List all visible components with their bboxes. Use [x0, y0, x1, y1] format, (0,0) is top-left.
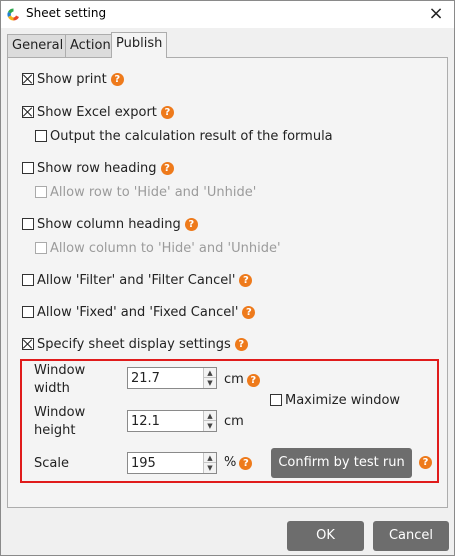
show-print-label: Show print: [37, 71, 107, 87]
output-calc-result-option[interactable]: Output the calculation result of the for…: [35, 127, 333, 145]
window-width-label-line1: Window: [34, 363, 86, 378]
confirm-test-run-button[interactable]: Confirm by test run: [271, 448, 412, 478]
show-column-heading-option[interactable]: Show column heading ?: [22, 215, 198, 233]
output-calc-result-checkbox[interactable]: [35, 130, 47, 142]
allow-row-hide-label: Allow row to 'Hide' and 'Unhide': [50, 184, 257, 200]
allow-fixed-option[interactable]: Allow 'Fixed' and 'Fixed Cancel' ?: [22, 303, 256, 321]
window-width-stepper[interactable]: ▲ ▼: [127, 367, 217, 389]
window-height-input[interactable]: [128, 411, 204, 431]
help-icon[interactable]: ?: [184, 217, 198, 231]
spin-down-icon[interactable]: ▼: [204, 463, 216, 473]
specify-display-checkbox[interactable]: [22, 338, 34, 350]
spin-up-icon[interactable]: ▲: [204, 453, 216, 463]
allow-column-hide-label: Allow column to 'Hide' and 'Unhide': [50, 240, 281, 256]
show-row-heading-option[interactable]: Show row heading ?: [22, 159, 174, 177]
show-row-heading-label: Show row heading: [37, 160, 157, 176]
scale-label: Scale: [34, 456, 69, 471]
window-width-input[interactable]: [128, 368, 204, 388]
allow-filter-option[interactable]: Allow 'Filter' and 'Filter Cancel' ?: [22, 271, 253, 289]
window-width-spin-buttons: ▲ ▼: [203, 368, 216, 388]
show-excel-export-checkbox[interactable]: [22, 106, 34, 118]
window-height-spin-buttons: ▲ ▼: [203, 411, 216, 431]
output-calc-result-label: Output the calculation result of the for…: [50, 128, 333, 144]
cancel-button[interactable]: Cancel: [373, 521, 449, 551]
maximize-window-option[interactable]: Maximize window: [270, 391, 400, 409]
show-excel-export-option[interactable]: Show Excel export ?: [22, 103, 174, 121]
maximize-window-label: Maximize window: [285, 392, 401, 408]
window-width-label-line2: width: [34, 381, 70, 396]
window-height-unit: cm: [224, 414, 244, 429]
help-icon[interactable]: ?: [160, 161, 174, 175]
close-icon[interactable]: ×: [427, 3, 445, 25]
window-height-label-line1: Window: [34, 405, 86, 420]
show-excel-export-label: Show Excel export: [37, 104, 157, 120]
scale-unit-group: % ?: [224, 454, 253, 472]
window-width-unit: cm: [224, 372, 244, 387]
show-print-checkbox[interactable]: [22, 73, 34, 85]
tab-general[interactable]: General: [7, 34, 69, 57]
spin-down-icon[interactable]: ▼: [204, 421, 216, 431]
show-column-heading-label: Show column heading: [37, 216, 181, 232]
window-height-stepper[interactable]: ▲ ▼: [127, 410, 217, 432]
show-column-heading-checkbox[interactable]: [22, 218, 34, 230]
window-width-unit-group: cm ?: [224, 371, 260, 389]
help-icon[interactable]: ?: [242, 305, 256, 319]
allow-fixed-label: Allow 'Fixed' and 'Fixed Cancel': [37, 304, 239, 320]
window-height-unit-group: cm: [224, 413, 244, 431]
ok-button[interactable]: OK: [287, 521, 364, 551]
scale-input[interactable]: [128, 453, 204, 473]
spin-up-icon[interactable]: ▲: [204, 368, 216, 378]
app-logo-icon: [6, 7, 21, 22]
scale-spin-buttons: ▲ ▼: [203, 453, 216, 473]
specify-display-option[interactable]: Specify sheet display settings ?: [22, 335, 248, 353]
tab-publish[interactable]: Publish: [111, 32, 168, 58]
window-height-label-line2: height: [34, 423, 76, 438]
allow-row-hide-option: Allow row to 'Hide' and 'Unhide': [35, 183, 256, 201]
specify-display-label: Specify sheet display settings: [37, 336, 231, 352]
sheet-setting-dialog: Sheet setting × General Action Publish S…: [0, 0, 455, 556]
help-icon[interactable]: ?: [246, 373, 260, 387]
scale-unit: %: [224, 455, 237, 470]
allow-fixed-checkbox[interactable]: [22, 306, 34, 318]
show-row-heading-checkbox[interactable]: [22, 162, 34, 174]
maximize-window-checkbox[interactable]: [270, 394, 282, 406]
allow-column-hide-checkbox: [35, 242, 47, 254]
help-icon[interactable]: ?: [160, 105, 174, 119]
spin-down-icon[interactable]: ▼: [204, 378, 216, 388]
allow-column-hide-option: Allow column to 'Hide' and 'Unhide': [35, 239, 281, 257]
show-print-option[interactable]: Show print ?: [22, 70, 124, 88]
help-icon[interactable]: ?: [239, 273, 253, 287]
spin-up-icon[interactable]: ▲: [204, 411, 216, 421]
allow-row-hide-checkbox: [35, 186, 47, 198]
title-bar: Sheet setting ×: [1, 1, 454, 28]
allow-filter-label: Allow 'Filter' and 'Filter Cancel': [37, 272, 236, 288]
help-icon[interactable]: ?: [234, 337, 248, 351]
window-title: Sheet setting: [26, 6, 107, 20]
help-icon[interactable]: ?: [110, 72, 124, 86]
help-icon[interactable]: ?: [239, 456, 253, 470]
scale-stepper[interactable]: ▲ ▼: [127, 452, 217, 474]
help-icon[interactable]: ?: [419, 456, 432, 469]
tab-action[interactable]: Action: [65, 34, 116, 57]
allow-filter-checkbox[interactable]: [22, 274, 34, 286]
